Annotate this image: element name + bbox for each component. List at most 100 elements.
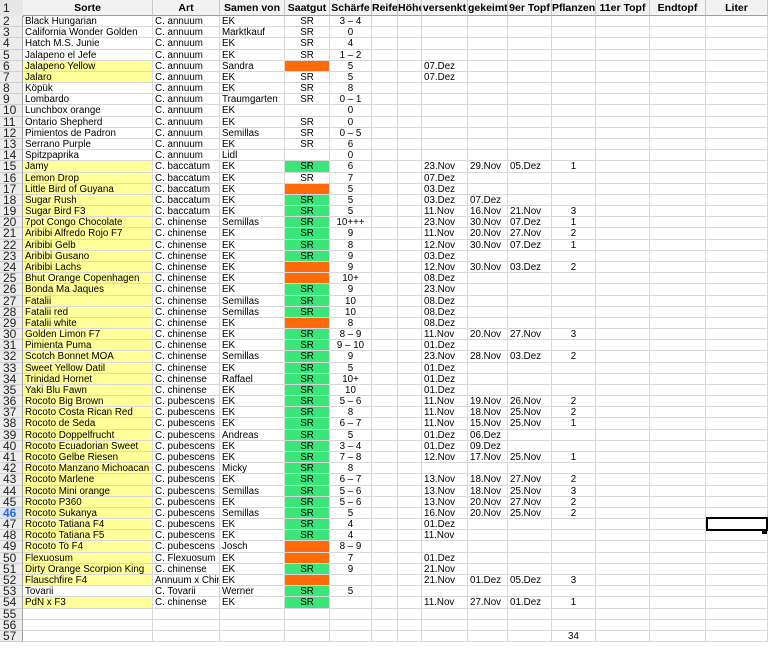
cell-topf9[interactable] [508,440,552,453]
cell-reife[interactable] [372,351,398,363]
cell-topf11[interactable] [596,250,650,262]
cell-topf9[interactable] [508,27,552,39]
cell-sorte[interactable]: PdN x F3 [23,597,153,609]
cell-art[interactable]: C. annuum [153,60,220,72]
cell-samen[interactable]: EK [220,250,285,262]
cell-gekeimt[interactable]: 07.Dez [468,194,508,207]
cell-scharfe[interactable]: 10 [330,306,372,318]
cell-scharfe[interactable]: 6 [330,138,372,151]
cell-liter[interactable] [706,295,768,307]
cell-liter[interactable] [706,418,768,430]
cell-scharfe[interactable]: 10+ [330,273,372,285]
cell-topf11[interactable] [596,228,650,240]
cell-gekeimt[interactable] [468,306,508,318]
cell-samen[interactable]: Semillas [220,351,285,363]
cell-reife[interactable] [372,172,398,184]
cell-samen[interactable]: Lidl [220,150,285,162]
cell-endtopf[interactable] [650,306,706,318]
cell-pflanzen[interactable]: 2 [552,351,596,363]
cell-samen[interactable]: EK [220,530,285,542]
cell-scharfe[interactable]: 9 [330,228,372,240]
cell-samen[interactable]: Raffael [220,373,285,385]
cell-liter[interactable] [706,452,768,464]
cell-saat[interactable]: SR [285,384,330,397]
cell-art[interactable]: C. chinense [153,228,220,240]
cell-gekeimt[interactable] [468,586,508,598]
cell-versenkt[interactable]: 11.Nov [422,396,468,408]
cell-liter[interactable] [706,206,768,218]
cell-liter[interactable] [706,273,768,285]
cell-reife[interactable] [372,228,398,240]
cell-topf9[interactable]: 27.Nov [508,228,552,240]
cell-topf9[interactable] [508,172,552,184]
cell-liter[interactable] [706,373,768,385]
header-art[interactable]: Art [153,0,220,16]
cell-saat[interactable]: SR [285,38,330,50]
cell-liter[interactable] [706,27,768,39]
cell-hoehe[interactable] [398,608,422,620]
cell-topf9[interactable] [508,519,552,531]
cell-pflanzen[interactable] [552,250,596,262]
cell-topf11[interactable] [596,485,650,497]
cell-topf11[interactable] [596,138,650,151]
cell-saat[interactable]: SR [285,563,330,575]
cell-samen[interactable]: EK [220,519,285,531]
cell-topf9[interactable] [508,340,552,352]
cell-saat[interactable]: SR [285,362,330,374]
cell-pflanzen[interactable] [552,519,596,531]
cell-saat[interactable]: SR [285,373,330,385]
cell-hoehe[interactable] [398,474,422,486]
cell-liter[interactable] [706,440,768,453]
cell-gekeimt[interactable] [468,116,508,128]
cell-reife[interactable] [372,329,398,341]
cell-reife[interactable] [372,94,398,106]
cell-topf9[interactable] [508,105,552,117]
cell-topf9[interactable]: 25.Nov [508,485,552,497]
cell-reife[interactable] [372,597,398,609]
cell-liter[interactable] [706,563,768,575]
cell-endtopf[interactable] [650,373,706,385]
cell-sorte[interactable]: Flexuosum [23,552,153,564]
cell-scharfe[interactable]: 10 [330,295,372,307]
cell-gekeimt[interactable]: 18.Nov [468,407,508,419]
cell-art[interactable]: C. pubescens [153,541,220,553]
cell-gekeimt[interactable]: 29.Nov [468,161,508,173]
cell-saat[interactable] [285,105,330,117]
cell-saat[interactable]: SR [285,228,330,240]
cell-samen[interactable] [220,630,285,643]
cell-versenkt[interactable] [422,586,468,598]
cell-sorte[interactable]: Yaki Blu Fawn [23,384,153,397]
cell-sorte[interactable]: Rocoto de Seda [23,418,153,430]
cell-topf9[interactable] [508,630,552,643]
cell-endtopf[interactable] [650,206,706,218]
cell-liter[interactable] [706,575,768,587]
selected-cell[interactable] [706,517,768,531]
cell-topf9[interactable] [508,429,552,441]
cell-liter[interactable] [706,597,768,609]
cell-topf9[interactable] [508,83,552,95]
cell-topf9[interactable] [508,94,552,106]
header-11er-topf[interactable]: 11er Topf [596,0,650,16]
cell-pflanzen[interactable] [552,362,596,374]
cell-scharfe[interactable]: 5 [330,507,372,520]
cell-saat[interactable]: SR [285,295,330,307]
cell-reife[interactable] [372,608,398,620]
cell-art[interactable]: C. chinense [153,261,220,274]
cell-reife[interactable] [372,239,398,251]
cell-scharfe[interactable]: 9 [330,284,372,296]
cell-topf11[interactable] [596,396,650,408]
cell-topf9[interactable] [508,373,552,385]
cell-samen[interactable]: EK [220,552,285,564]
cell-endtopf[interactable] [650,127,706,139]
cell-versenkt[interactable]: 08.Dez [422,317,468,330]
cell-liter[interactable] [706,407,768,419]
cell-art[interactable]: C. pubescens [153,452,220,464]
cell-scharfe[interactable]: 9 [330,351,372,363]
cell-reife[interactable] [372,306,398,318]
cell-samen[interactable]: EK [220,261,285,274]
cell-topf11[interactable] [596,619,650,631]
cell-endtopf[interactable] [650,317,706,330]
cell-versenkt[interactable] [422,94,468,106]
cell-topf9[interactable]: 01.Dez [508,597,552,609]
cell-hoehe[interactable] [398,418,422,430]
